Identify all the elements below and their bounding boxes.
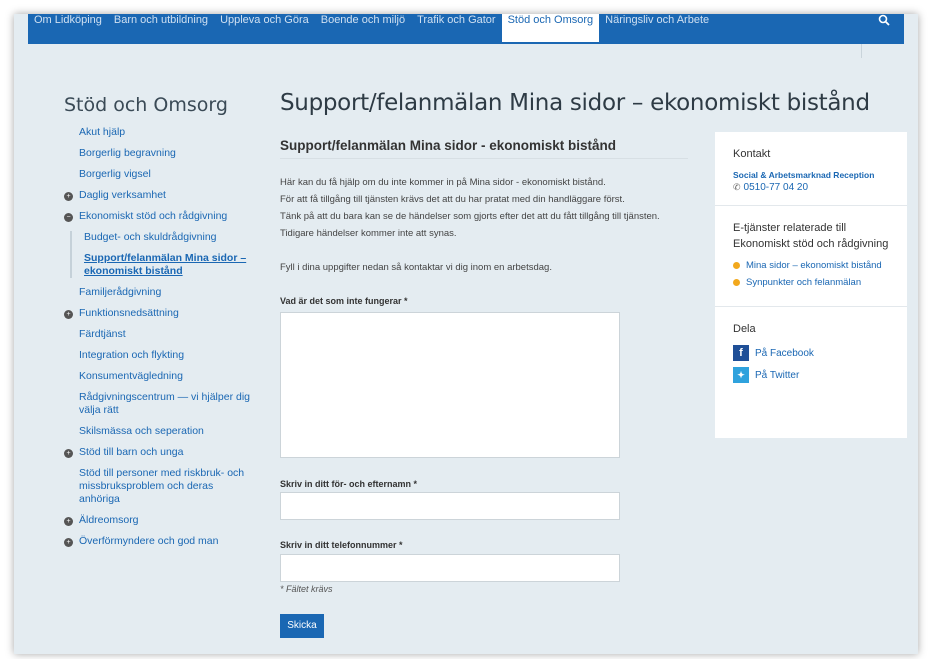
phone-input[interactable] — [280, 554, 620, 582]
required-note: * Fältet krävs — [280, 584, 333, 594]
sidebar-item-konsumentvagledning[interactable]: Konsumentvägledning — [64, 370, 254, 383]
plus-icon[interactable]: + — [64, 449, 73, 458]
submit-button[interactable]: Skicka — [280, 614, 324, 638]
bullet-dot-icon — [733, 279, 740, 286]
sidebar-item-ekonomiskt-stod[interactable]: − Ekonomiskt stöd och rådgivning — [64, 210, 254, 223]
nav-item-uppleva-och-gora[interactable]: Uppleva och Göra — [214, 14, 315, 26]
phone-field-label: Skriv in ditt telefonnummer * — [280, 540, 403, 550]
nav-item-trafik-och-gator[interactable]: Trafik och Gator — [411, 14, 501, 26]
contact-name-link[interactable]: Social & Arbetsmarknad Reception — [733, 170, 889, 180]
sidebar-menu: Akut hjälp Borgerlig begravning Borgerli… — [64, 126, 254, 556]
sidebar-item-label: Daglig verksamhet — [79, 189, 166, 201]
problem-textarea[interactable] — [280, 312, 620, 458]
intro-line: Här kan du få hjälp om du inte kommer in… — [280, 177, 606, 188]
sidebar-item-label: Stöd till barn och unga — [79, 446, 184, 458]
divider — [280, 158, 688, 159]
sub-header-strip — [28, 44, 904, 58]
nav-item-om-lidkoping[interactable]: Om Lidköping — [28, 14, 108, 26]
sidebar-item-familjeradgivning[interactable]: Familjerådgivning — [64, 286, 254, 299]
nav-item-stod-och-omsorg[interactable]: Stöd och Omsorg — [501, 14, 600, 42]
sidebar-item-label: Integration och flykting — [79, 349, 185, 361]
twitter-icon: ✦ — [733, 367, 749, 383]
facebook-icon: f — [733, 345, 749, 361]
bullet-dot-icon — [733, 262, 740, 269]
sidebar-item-label: Äldreomsorg — [79, 514, 139, 526]
intro-text: Här kan du få hjälp om du inte kommer in… — [280, 174, 710, 276]
top-navigation: Om Lidköping Barn och utbildning Uppleva… — [28, 14, 904, 44]
sidebar-item-label: Support/felanmälan Mina sidor – ekonomis… — [84, 252, 247, 277]
sidebar-subitems: Budget- och skuldrådgivning Support/fela… — [70, 231, 254, 278]
contact-title: Kontakt — [733, 148, 771, 160]
sidebar-item-borgerlig-vigsel[interactable]: Borgerlig vigsel — [64, 168, 254, 181]
sidebar-item-stod-till-barn-och-unga[interactable]: + Stöd till barn och unga — [64, 446, 254, 459]
sidebar-item-overformyndare[interactable]: + Överförmyndere och god man — [64, 535, 254, 548]
form-heading: Support/felanmälan Mina sidor - ekonomis… — [280, 138, 617, 153]
nav-item-boende-och-miljo[interactable]: Boende och miljö — [315, 14, 411, 26]
sidebar-item-akut-hjalp[interactable]: Akut hjälp — [64, 126, 254, 139]
sidebar-item-support-felanmalan[interactable]: Support/felanmälan Mina sidor – ekonomis… — [80, 252, 254, 278]
sidebar-item-stod-till-personer-med-riskbruk[interactable]: Stöd till personer med riskbruk- och mis… — [64, 467, 254, 506]
sidebar-item-fardtjanst[interactable]: Färdtjänst — [64, 328, 254, 341]
contact-phone[interactable]: ✆ 0510-77 04 20 — [733, 182, 889, 193]
sidebar-item-label: Borgerlig begravning — [79, 147, 176, 159]
sidebar-item-label: Akut hjälp — [79, 126, 126, 138]
search-icon[interactable] — [878, 14, 890, 28]
nav-item-naringsliv-och-arbete[interactable]: Näringsliv och Arbete — [599, 14, 715, 26]
plus-icon[interactable]: + — [64, 310, 73, 319]
sidebar-title: Stöd och Omsorg — [64, 94, 228, 116]
sidebar-item-radgivningscentrum[interactable]: Rådgivningscentrum — vi hjälper dig välj… — [64, 391, 254, 417]
sidebar-item-label: Funktionsnedsättning — [79, 307, 179, 319]
eservices-title: E-tjänster relaterade till Ekonomiskt st… — [733, 222, 889, 250]
contact-section: Kontakt Social & Arbetsmarknad Reception… — [715, 132, 907, 206]
intro-line: För att få tillgång till tjänsten krävs … — [280, 194, 625, 205]
divider — [861, 44, 862, 58]
sidebar-item-skilsmassa[interactable]: Skilsmässa och seperation — [64, 425, 254, 438]
sidebar-item-borgerlig-begravning[interactable]: Borgerlig begravning — [64, 147, 254, 160]
sidebar-item-label: Skilsmässa och seperation — [79, 425, 204, 437]
phone-icon: ✆ — [733, 182, 741, 192]
related-panel: Kontakt Social & Arbetsmarknad Reception… — [715, 132, 907, 438]
name-field-label: Skriv in ditt för- och efternamn * — [280, 479, 418, 489]
sidebar-item-daglig-verksamhet[interactable]: + Daglig verksamhet — [64, 189, 254, 202]
sidebar-item-funktionsnedsattning[interactable]: + Funktionsnedsättning — [64, 307, 254, 320]
share-title: Dela — [733, 323, 756, 335]
sidebar-item-label: Konsumentvägledning — [79, 370, 183, 382]
page-frame: Om Lidköping Barn och utbildning Uppleva… — [14, 14, 918, 654]
sidebar-item-label: Överförmyndere och god man — [79, 535, 219, 547]
sidebar-item-label: Stöd till personer med riskbruk- och mis… — [79, 467, 245, 505]
plus-icon[interactable]: + — [64, 517, 73, 526]
problem-field-label: Vad är det som inte fungerar * — [280, 296, 408, 306]
sidebar-item-label: Borgerlig vigsel — [79, 168, 151, 180]
contact-phone-number: 0510-77 04 20 — [743, 182, 809, 193]
share-facebook-label: På Facebook — [755, 347, 814, 359]
plus-icon[interactable]: + — [64, 538, 73, 547]
name-input[interactable] — [280, 492, 620, 520]
share-twitter-label: På Twitter — [755, 369, 800, 381]
sidebar-item-label: Ekonomiskt stöd och rådgivning — [79, 210, 228, 222]
eservice-link-label: Synpunkter och felanmälan — [746, 277, 862, 288]
eservice-link-synpunkter[interactable]: Synpunkter och felanmälan — [733, 277, 889, 288]
intro-line: Fyll i dina uppgifter nedan så kontaktar… — [280, 262, 552, 273]
share-twitter-link[interactable]: ✦ På Twitter — [733, 367, 889, 383]
sidebar-item-budget-och-skuldradgivning[interactable]: Budget- och skuldrådgivning — [80, 231, 254, 244]
intro-line: Tidigare händelser kommer inte att synas… — [280, 228, 457, 239]
sidebar-item-integration-och-flykting[interactable]: Integration och flykting — [64, 349, 254, 362]
nav-item-barn-och-utbildning[interactable]: Barn och utbildning — [108, 14, 214, 26]
sidebar-item-label: Familjerådgivning — [79, 286, 162, 298]
plus-icon[interactable]: + — [64, 192, 73, 201]
eservice-link-label: Mina sidor – ekonomiskt bistånd — [746, 260, 882, 271]
eservice-link-mina-sidor[interactable]: Mina sidor – ekonomiskt bistånd — [733, 260, 889, 271]
eservices-section: E-tjänster relaterade till Ekonomiskt st… — [715, 206, 907, 307]
page-title: Support/felanmälan Mina sidor – ekonomis… — [280, 90, 870, 116]
sidebar-item-label: Budget- och skuldrådgivning — [84, 231, 217, 243]
sidebar-item-aldreomsorg[interactable]: + Äldreomsorg — [64, 514, 254, 527]
share-section: Dela f På Facebook ✦ På Twitter — [715, 307, 907, 401]
intro-line: Tänk på att du bara kan se de händelser … — [280, 211, 660, 222]
sidebar-item-label: Färdtjänst — [79, 328, 126, 340]
share-facebook-link[interactable]: f På Facebook — [733, 345, 889, 361]
sidebar-item-label: Rådgivningscentrum — vi hjälper dig välj… — [79, 391, 250, 416]
minus-icon[interactable]: − — [64, 213, 73, 222]
